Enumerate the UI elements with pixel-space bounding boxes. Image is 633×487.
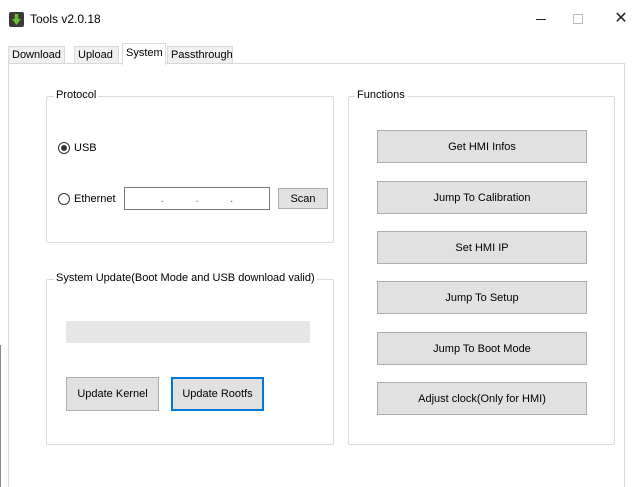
tab-download[interactable]: Download — [8, 46, 65, 64]
system-update-legend: System Update(Boot Mode and USB download… — [54, 272, 317, 284]
tab-passthrough[interactable]: Passthrough — [167, 46, 233, 64]
jump-to-setup-button[interactable]: Jump To Setup — [377, 281, 587, 314]
update-progress-bar — [66, 321, 310, 343]
update-rootfs-button[interactable]: Update Rootfs — [171, 377, 264, 411]
jump-to-boot-mode-button[interactable]: Jump To Boot Mode — [377, 332, 587, 365]
functions-legend: Functions — [355, 89, 407, 101]
ip-address-input[interactable]: . . . — [124, 187, 270, 210]
window-edge — [0, 345, 1, 487]
get-hmi-infos-button[interactable]: Get HMI Infos — [377, 130, 587, 163]
maximize-button[interactable] — [555, 0, 601, 38]
ip-separator: . — [160, 192, 164, 205]
maximize-icon — [573, 14, 583, 25]
system-update-group: System Update(Boot Mode and USB download… — [46, 272, 334, 445]
usb-label: USB — [74, 142, 97, 154]
jump-to-calibration-button[interactable]: Jump To Calibration — [377, 181, 587, 214]
app-download-icon — [9, 12, 24, 27]
protocol-group: Protocol — [46, 89, 334, 243]
protocol-legend: Protocol — [54, 89, 99, 101]
set-hmi-ip-button[interactable]: Set HMI IP — [377, 231, 587, 264]
tab-system[interactable]: System — [122, 43, 166, 65]
usb-radio-dot — [58, 142, 70, 154]
update-kernel-button[interactable]: Update Kernel — [66, 377, 159, 411]
ip-separator: . — [230, 192, 234, 205]
adjust-clock-button[interactable]: Adjust clock(Only for HMI) — [377, 382, 587, 415]
close-button[interactable]: ✕ — [598, 0, 633, 38]
usb-radio[interactable]: USB — [58, 142, 97, 154]
close-icon: ✕ — [614, 10, 628, 27]
ip-separator: . — [195, 192, 199, 205]
scan-button[interactable]: Scan — [278, 188, 328, 209]
title-bar: Tools v2.0.18 ✕ — [0, 0, 633, 38]
ethernet-label: Ethernet — [74, 193, 116, 205]
window-title: Tools v2.0.18 — [30, 12, 101, 26]
ethernet-radio-dot — [58, 193, 70, 205]
minimize-icon — [536, 18, 546, 20]
ethernet-radio[interactable]: Ethernet — [58, 193, 116, 205]
tab-upload[interactable]: Upload — [74, 46, 119, 64]
